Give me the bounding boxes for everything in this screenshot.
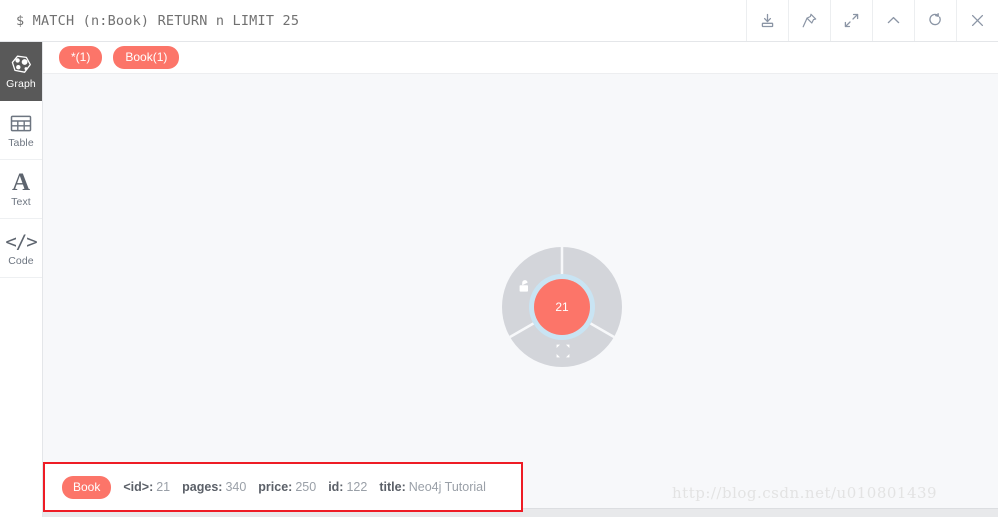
sidebar-item-table[interactable]: Table: [0, 101, 42, 160]
property-item-pages: pages: 340: [182, 480, 246, 494]
sidebar-item-code-label: Code: [8, 254, 34, 267]
sidebar-item-graph-label: Graph: [6, 77, 36, 90]
property-value-price: 250: [295, 480, 317, 494]
dismiss-icon: [592, 279, 606, 298]
view-switcher-sidebar: Graph Table A Text </> Code: [0, 42, 43, 517]
sidebar-item-table-label: Table: [8, 136, 34, 149]
refresh-icon: [927, 12, 944, 29]
legend-chip-book[interactable]: Book(1): [113, 46, 180, 69]
header-action-group: [746, 0, 998, 41]
chevron-up-icon: [885, 12, 902, 29]
legend-bar: *(1) Book(1): [43, 42, 998, 74]
pin-button[interactable]: [789, 0, 831, 41]
property-item-title: title: Neo4j Tutorial: [379, 480, 486, 494]
sidebar-item-code[interactable]: </> Code: [0, 219, 42, 278]
code-icon: </>: [5, 230, 37, 253]
download-icon: [759, 12, 776, 29]
property-key-idprop: id:: [328, 480, 344, 494]
node-unlock-button[interactable]: [516, 279, 534, 297]
query-bar[interactable]: $ MATCH (n:Book) RETURN n LIMIT 25: [0, 0, 746, 41]
close-icon: [969, 12, 986, 29]
result-frame-header: $ MATCH (n:Book) RETURN n LIMIT 25: [0, 0, 998, 42]
graph-node-caption: 21: [555, 300, 569, 314]
graph-icon: [10, 53, 33, 77]
node-dismiss-button[interactable]: [591, 280, 607, 296]
graph-canvas[interactable]: 21: [43, 74, 998, 517]
graph-node-book[interactable]: 21: [534, 279, 590, 335]
expand-icon: [555, 343, 571, 364]
property-label-chip[interactable]: Book: [62, 475, 112, 499]
property-item-idprop: id: 122: [328, 480, 367, 494]
property-item-id: <id>: 21: [123, 480, 170, 494]
node-expand-button[interactable]: [554, 344, 572, 362]
legend-chip-all[interactable]: *(1): [59, 46, 103, 69]
table-icon: [10, 112, 32, 136]
sidebar-item-text-label: Text: [11, 195, 31, 208]
property-value-id: 21: [156, 480, 171, 494]
graph-view: *(1) Book(1) 21: [43, 42, 998, 517]
neo4j-browser-result-frame: $ MATCH (n:Book) RETURN n LIMIT 25 Graph…: [0, 0, 998, 517]
refresh-button[interactable]: [915, 0, 957, 41]
property-key-title: title:: [379, 480, 406, 494]
annotation-highlight-rectangle: Book <id>: 21 pages: 340 price: 250 id: 122 …: [43, 462, 523, 512]
property-value-idprop: 122: [346, 480, 368, 494]
sidebar-item-text[interactable]: A Text: [0, 160, 42, 219]
property-key-price: price:: [258, 480, 293, 494]
property-value-pages: 340: [225, 480, 247, 494]
node-property-inspector: Book <id>: 21 pages: 340 price: 250 id: 122 …: [45, 464, 521, 510]
property-value-title: Neo4j Tutorial: [408, 480, 486, 494]
text-icon: A: [11, 168, 31, 196]
property-item-price: price: 250: [258, 480, 316, 494]
selected-node-group: 21: [502, 247, 622, 367]
pin-icon: [801, 12, 818, 29]
close-button[interactable]: [957, 0, 998, 41]
property-key-pages: pages:: [182, 480, 223, 494]
property-key-id: <id>:: [123, 480, 154, 494]
result-frame-body: Graph Table A Text </> Code *(1) Book(1)…: [0, 42, 998, 517]
fullscreen-icon: [843, 12, 860, 29]
sidebar-item-graph[interactable]: Graph: [0, 42, 42, 101]
unlock-icon: [517, 278, 533, 299]
download-button[interactable]: [747, 0, 789, 41]
collapse-button[interactable]: [873, 0, 915, 41]
fullscreen-button[interactable]: [831, 0, 873, 41]
query-text: $ MATCH (n:Book) RETURN n LIMIT 25: [16, 12, 300, 29]
watermark-text: http://blog.csdn.net/u010801439: [672, 484, 938, 502]
